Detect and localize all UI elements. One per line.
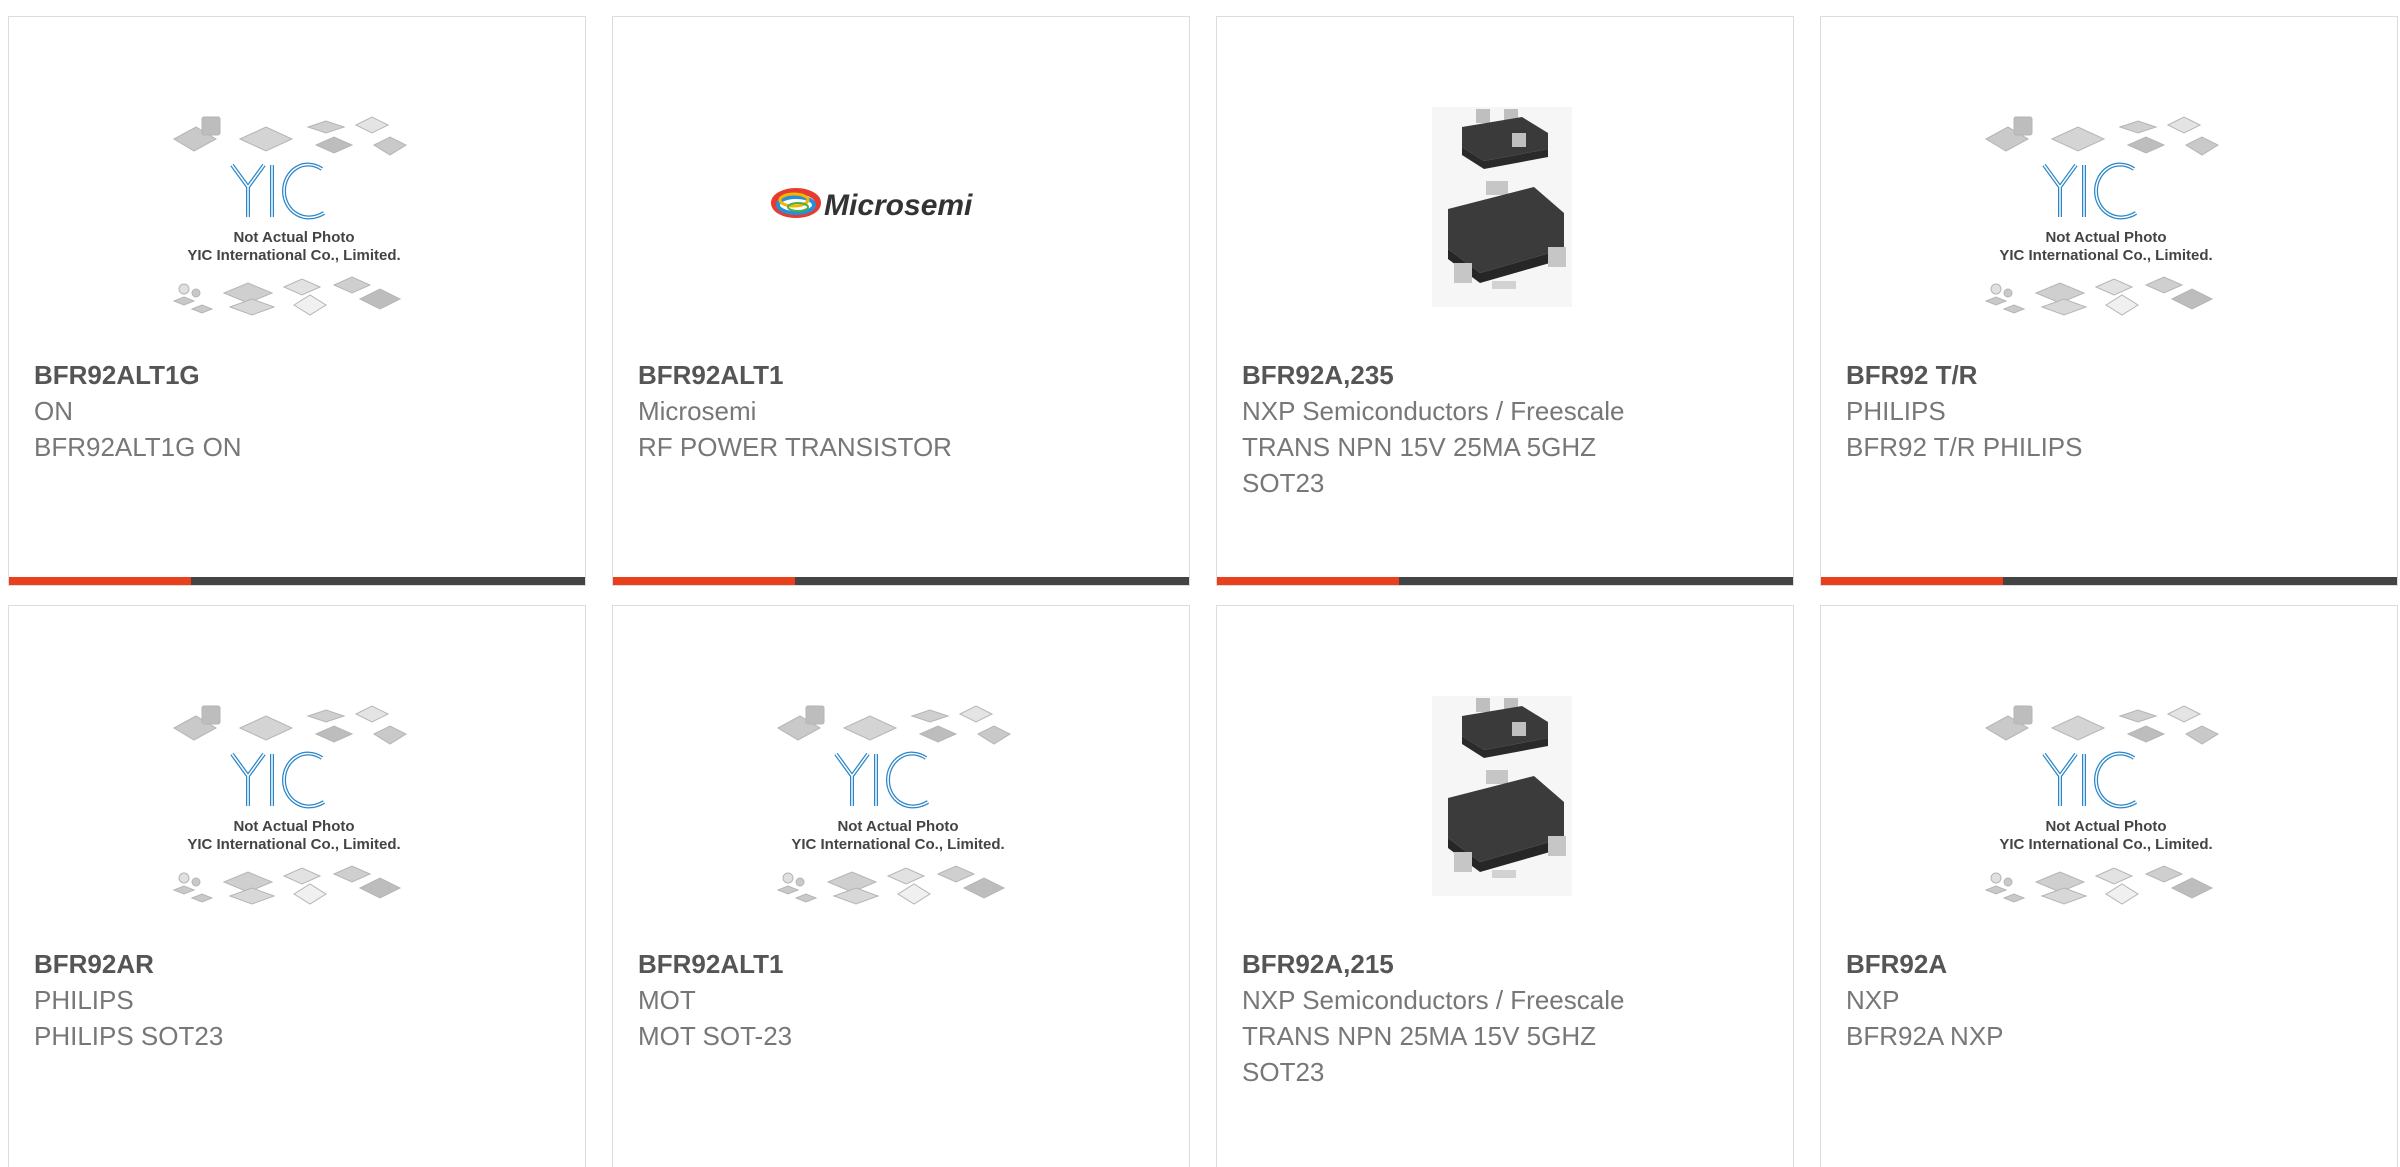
svg-text:Not Actual Photo: Not Actual Photo — [2045, 229, 2166, 246]
card-accent-bar — [9, 577, 585, 585]
sot23-package-icon — [1432, 696, 1572, 896]
card-accent-highlight — [9, 577, 191, 585]
product-image[interactable] — [1352, 87, 1652, 357]
description: PHILIPS SOT23 — [34, 1021, 224, 1051]
product-card[interactable]: BFR92A,235 NXP Semiconductors / Freescale… — [1216, 16, 1794, 586]
manufacturer: NXP Semiconductors / Freescale — [1242, 985, 1625, 1015]
part-number-link[interactable]: BFR92A — [1846, 946, 2366, 982]
description: TRANS NPN 25MA 15V 5GHZ SOT23 — [1242, 1021, 1596, 1087]
svg-text:YIC International Co., Limited: YIC International Co., Limited. — [187, 836, 400, 853]
product-card[interactable]: BFR92A,215 NXP Semiconductors / Freescale… — [1216, 605, 1794, 1167]
description: BFR92ALT1G ON — [34, 432, 242, 462]
manufacturer: MOT — [638, 985, 696, 1015]
part-number-link[interactable]: BFR92ALT1 — [638, 946, 1158, 982]
product-image[interactable]: Not Actual Photo YIC International Co., … — [144, 676, 444, 946]
description: RF POWER TRANSISTOR — [638, 432, 952, 462]
svg-text:YIC International Co., Limited: YIC International Co., Limited. — [1999, 836, 2212, 853]
product-info: BFR92AR PHILIPS PHILIPS SOT23 — [34, 946, 554, 1054]
product-image[interactable]: Not Actual Photo YIC International Co., … — [1956, 676, 2256, 946]
product-info: BFR92A NXP BFR92A NXP — [1846, 946, 2366, 1054]
product-image[interactable]: Not Actual Photo YIC International Co., … — [1956, 87, 2256, 357]
yic-placeholder-icon: Not Actual Photo YIC International Co., … — [1984, 705, 2220, 905]
product-info: BFR92A,215 NXP Semiconductors / Freescale… — [1242, 946, 1762, 1090]
yic-placeholder-icon: Not Actual Photo YIC International Co., … — [172, 116, 408, 316]
card-accent-bar — [613, 577, 1189, 585]
manufacturer: PHILIPS — [34, 985, 134, 1015]
svg-text:Not Actual Photo: Not Actual Photo — [2045, 818, 2166, 835]
part-number-link[interactable]: BFR92ALT1 — [638, 357, 1158, 393]
description: BFR92 T/R PHILIPS — [1846, 432, 2083, 462]
product-info: BFR92ALT1 MOT MOT SOT-23 — [638, 946, 1158, 1054]
svg-text:YIC International Co., Limited: YIC International Co., Limited. — [791, 836, 1004, 853]
yic-placeholder-icon: Not Actual Photo YIC International Co., … — [776, 705, 1012, 905]
product-card[interactable]: Not Actual Photo YIC International Co., … — [1820, 605, 2398, 1167]
svg-text:YIC International Co., Limited: YIC International Co., Limited. — [187, 247, 400, 264]
card-accent-bar — [1821, 577, 2397, 585]
description: MOT SOT-23 — [638, 1021, 793, 1051]
product-info: BFR92ALT1 Microsemi RF POWER TRANSISTOR — [638, 357, 1158, 465]
product-image[interactable]: Not Actual Photo YIC International Co., … — [748, 676, 1048, 946]
svg-text:Not Actual Photo: Not Actual Photo — [233, 818, 354, 835]
part-number-link[interactable]: BFR92 T/R — [1846, 357, 2366, 393]
card-accent-highlight — [1821, 577, 2003, 585]
product-image[interactable]: Not Actual Photo YIC International Co., … — [144, 87, 444, 357]
product-image[interactable]: Microsemi — [748, 87, 1048, 357]
part-number-link[interactable]: BFR92ALT1G — [34, 357, 554, 393]
card-accent-bar — [1217, 577, 1793, 585]
svg-text:YIC International Co., Limited: YIC International Co., Limited. — [1999, 247, 2212, 264]
manufacturer: ON — [34, 396, 73, 426]
manufacturer: PHILIPS — [1846, 396, 1946, 426]
product-grid: Not Actual Photo YIC International Co., … — [0, 0, 2400, 1167]
part-number-link[interactable]: BFR92AR — [34, 946, 554, 982]
manufacturer: Microsemi — [638, 396, 757, 426]
product-info: BFR92ALT1G ON BFR92ALT1G ON — [34, 357, 554, 465]
svg-text:Not Actual Photo: Not Actual Photo — [233, 229, 354, 246]
part-number-link[interactable]: BFR92A,235 — [1242, 357, 1762, 393]
part-number-link[interactable]: BFR92A,215 — [1242, 946, 1762, 982]
product-info: BFR92A,235 NXP Semiconductors / Freescale… — [1242, 357, 1762, 501]
description: BFR92A NXP — [1846, 1021, 2004, 1051]
product-card[interactable]: Not Actual Photo YIC International Co., … — [612, 605, 1190, 1167]
product-image[interactable] — [1352, 676, 1652, 946]
manufacturer: NXP Semiconductors / Freescale — [1242, 396, 1625, 426]
description: TRANS NPN 15V 25MA 5GHZ SOT23 — [1242, 432, 1596, 498]
product-card[interactable]: Not Actual Photo YIC International Co., … — [1820, 16, 2398, 586]
product-info: BFR92 T/R PHILIPS BFR92 T/R PHILIPS — [1846, 357, 2366, 465]
product-card[interactable]: Not Actual Photo YIC International Co., … — [8, 605, 586, 1167]
yic-placeholder-icon: Not Actual Photo YIC International Co., … — [172, 705, 408, 905]
manufacturer: NXP — [1846, 985, 1900, 1015]
product-card[interactable]: Microsemi BFR92ALT1 Microsemi RF POWER TRA… — [612, 16, 1190, 586]
svg-text:Microsemi: Microsemi — [824, 189, 973, 222]
sot23-package-icon — [1432, 107, 1572, 307]
product-card[interactable]: Not Actual Photo YIC International Co., … — [8, 16, 586, 586]
card-accent-highlight — [613, 577, 795, 585]
microsemi-logo: Microsemi — [771, 188, 973, 222]
svg-text:Not Actual Photo: Not Actual Photo — [837, 818, 958, 835]
card-accent-highlight — [1217, 577, 1399, 585]
yic-placeholder-icon: Not Actual Photo YIC International Co., … — [1984, 116, 2220, 316]
